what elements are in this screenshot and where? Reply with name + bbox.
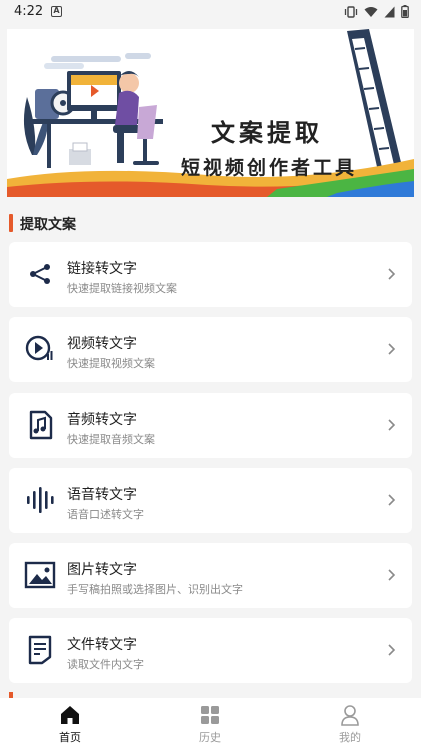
feature-card-image[interactable]: 图片转文字 手写稿拍照或选择图片、识别出文字 (9, 543, 412, 608)
banner-subtitle: 短视频创作者工具 (181, 157, 358, 179)
video-play-icon (23, 331, 57, 367)
music-note-icon (23, 407, 57, 443)
status-bar: 4:22 A (0, 0, 421, 24)
tab-profile[interactable]: 我的 (320, 702, 380, 744)
tab-label: 首页 (59, 731, 81, 744)
feature-card-video[interactable]: 视频转文字 快速提取视频文案 (9, 317, 412, 382)
signal-icon (384, 6, 395, 17)
hero-banner[interactable]: 文案提取 短视频创作者工具 (7, 29, 414, 197)
card-description: 快速提取视频文案 (67, 357, 155, 370)
notification-a-icon: A (51, 6, 62, 17)
section-title: 提取文案 (20, 217, 76, 233)
vibrate-icon (344, 5, 358, 18)
chevron-right-icon (388, 343, 396, 355)
card-description: 读取文件内文字 (67, 658, 144, 671)
soundwave-icon (23, 482, 57, 518)
card-title: 链接转文字 (67, 261, 137, 277)
status-icons (344, 5, 409, 18)
section-accent-bar (9, 214, 13, 232)
tab-home[interactable]: 首页 (40, 702, 100, 744)
chevron-right-icon (388, 569, 396, 581)
card-description: 快速提取音频文案 (67, 433, 155, 446)
banner-title: 文案提取 (211, 118, 323, 147)
tab-label: 历史 (199, 731, 221, 744)
feature-card-file[interactable]: 文件转文字 读取文件内文字 (9, 618, 412, 683)
card-description: 手写稿拍照或选择图片、识别出文字 (67, 583, 243, 596)
card-title: 文件转文字 (67, 637, 137, 653)
chevron-right-icon (388, 419, 396, 431)
grid-icon (201, 706, 219, 724)
feature-card-audio[interactable]: 音频转文字 快速提取音频文案 (9, 393, 412, 458)
card-title: 音频转文字 (67, 412, 137, 428)
feature-card-link[interactable]: 链接转文字 快速提取链接视频文案 (9, 242, 412, 307)
tab-history[interactable]: 历史 (180, 702, 240, 744)
status-time: 4:22 (14, 4, 44, 19)
card-description: 语音口述转文字 (67, 508, 144, 521)
chevron-right-icon (388, 268, 396, 280)
wifi-icon (364, 6, 378, 17)
chevron-right-icon (388, 644, 396, 656)
card-description: 快速提取链接视频文案 (67, 282, 177, 295)
bottom-tab-bar: 首页 历史 我的 (0, 698, 421, 748)
home-icon (61, 706, 79, 724)
share-link-icon (23, 256, 57, 292)
user-icon (341, 705, 359, 726)
battery-icon (401, 5, 409, 18)
card-title: 语音转文字 (67, 487, 137, 503)
document-icon (23, 632, 57, 668)
tab-label: 我的 (339, 731, 361, 744)
card-title: 视频转文字 (67, 336, 137, 352)
feature-card-voice[interactable]: 语音转文字 语音口述转文字 (9, 468, 412, 533)
chevron-right-icon (388, 494, 396, 506)
image-icon (23, 557, 57, 593)
card-title: 图片转文字 (67, 562, 137, 578)
